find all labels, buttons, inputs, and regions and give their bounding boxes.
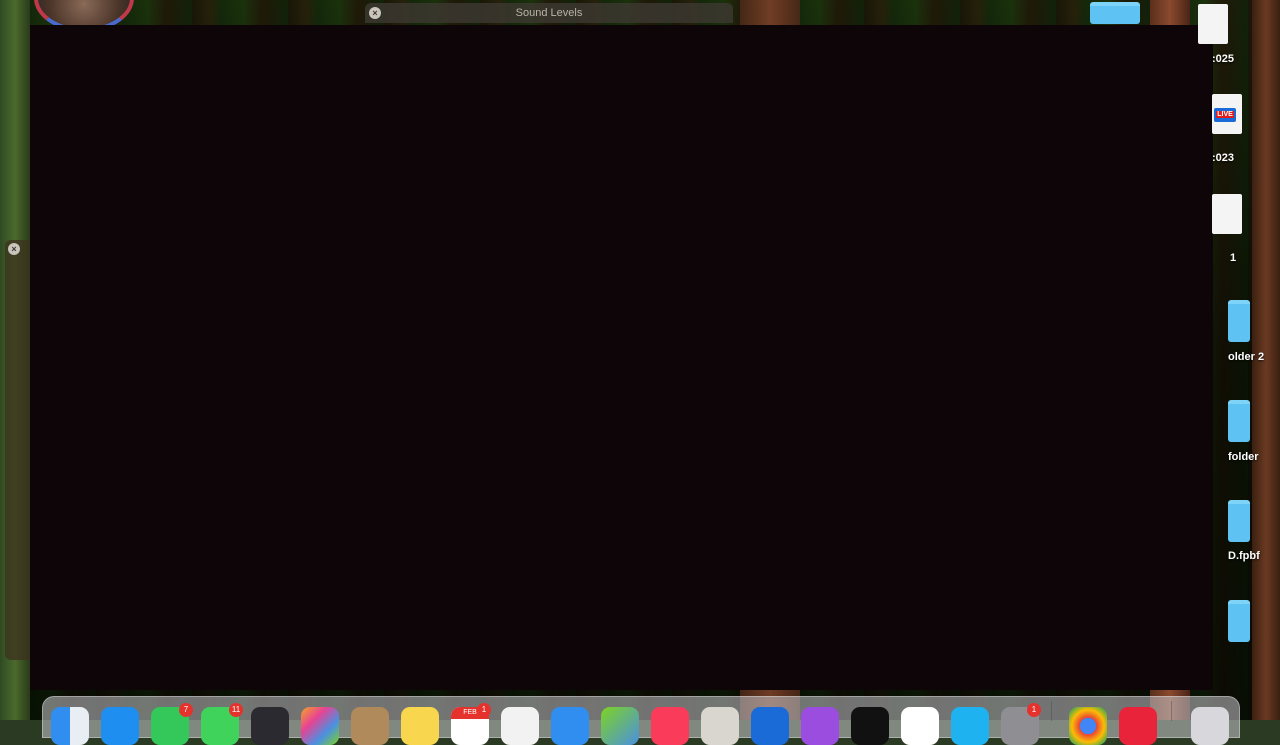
document-icon[interactable] <box>1198 4 1228 44</box>
messages-icon[interactable]: 11 <box>201 703 243 745</box>
news-icon[interactable] <box>901 707 939 745</box>
reminders-icon[interactable] <box>501 707 539 745</box>
folder-icon[interactable] <box>1228 500 1250 542</box>
folder-icon[interactable] <box>1228 300 1250 342</box>
close-icon[interactable]: × <box>8 243 20 255</box>
desktop-icon-label: :025 <box>1212 53 1235 65</box>
sound-levels-titlebar[interactable]: × Sound Levels <box>365 3 733 23</box>
chrome-icon[interactable] <box>1069 707 1107 745</box>
app-store-icon[interactable] <box>951 707 989 745</box>
close-icon[interactable]: × <box>369 7 381 19</box>
desktop-icon-label: folder <box>1228 451 1259 463</box>
notification-badge: 1 <box>1027 703 1041 717</box>
notification-badge: 1 <box>477 703 491 717</box>
mail-icon[interactable] <box>551 707 589 745</box>
apple-tv-icon[interactable] <box>851 707 889 745</box>
notification-badge: 11 <box>229 703 243 717</box>
dock: 7 11 FEB 1 1 <box>42 696 1240 745</box>
folder-icon[interactable] <box>1228 600 1250 642</box>
folder-icon[interactable] <box>1090 2 1140 24</box>
creative-cloud-icon[interactable] <box>1119 707 1157 745</box>
dock-separator <box>1051 701 1052 721</box>
podcasts-icon[interactable] <box>801 707 839 745</box>
photos-icon[interactable] <box>301 707 339 745</box>
desktop-icon-label: older 2 <box>1228 351 1265 363</box>
window-title: Sound Levels <box>515 7 583 19</box>
folder-icon[interactable] <box>1228 400 1250 442</box>
maps-icon[interactable] <box>601 707 639 745</box>
notification-badge: 7 <box>179 703 193 717</box>
desktop-icon-label: D.fpbf <box>1228 550 1260 562</box>
quicktime-icon[interactable] <box>251 707 289 745</box>
contacts-icon[interactable] <box>351 707 389 745</box>
desktop-icon-label: :023 <box>1212 152 1235 164</box>
main-black-window[interactable] <box>30 25 1213 690</box>
calendar-icon[interactable]: FEB 1 <box>451 703 491 745</box>
trash-icon[interactable] <box>1191 707 1229 745</box>
desktop-icon-label: 1 <box>1230 252 1237 264</box>
launchpad-icon[interactable] <box>701 707 739 745</box>
music-icon[interactable] <box>651 707 689 745</box>
finder-icon[interactable] <box>51 707 89 745</box>
live-app-icon[interactable] <box>751 707 789 745</box>
background-window[interactable]: × <box>5 240 31 660</box>
notes-icon[interactable] <box>401 707 439 745</box>
facetime-icon[interactable]: 7 <box>151 703 193 745</box>
settings-icon[interactable]: 1 <box>1001 703 1041 745</box>
dock-separator <box>1171 701 1172 721</box>
live-icon: LIVE <box>1214 108 1236 122</box>
document-icon[interactable] <box>1212 194 1242 234</box>
safari-icon[interactable] <box>101 707 139 745</box>
